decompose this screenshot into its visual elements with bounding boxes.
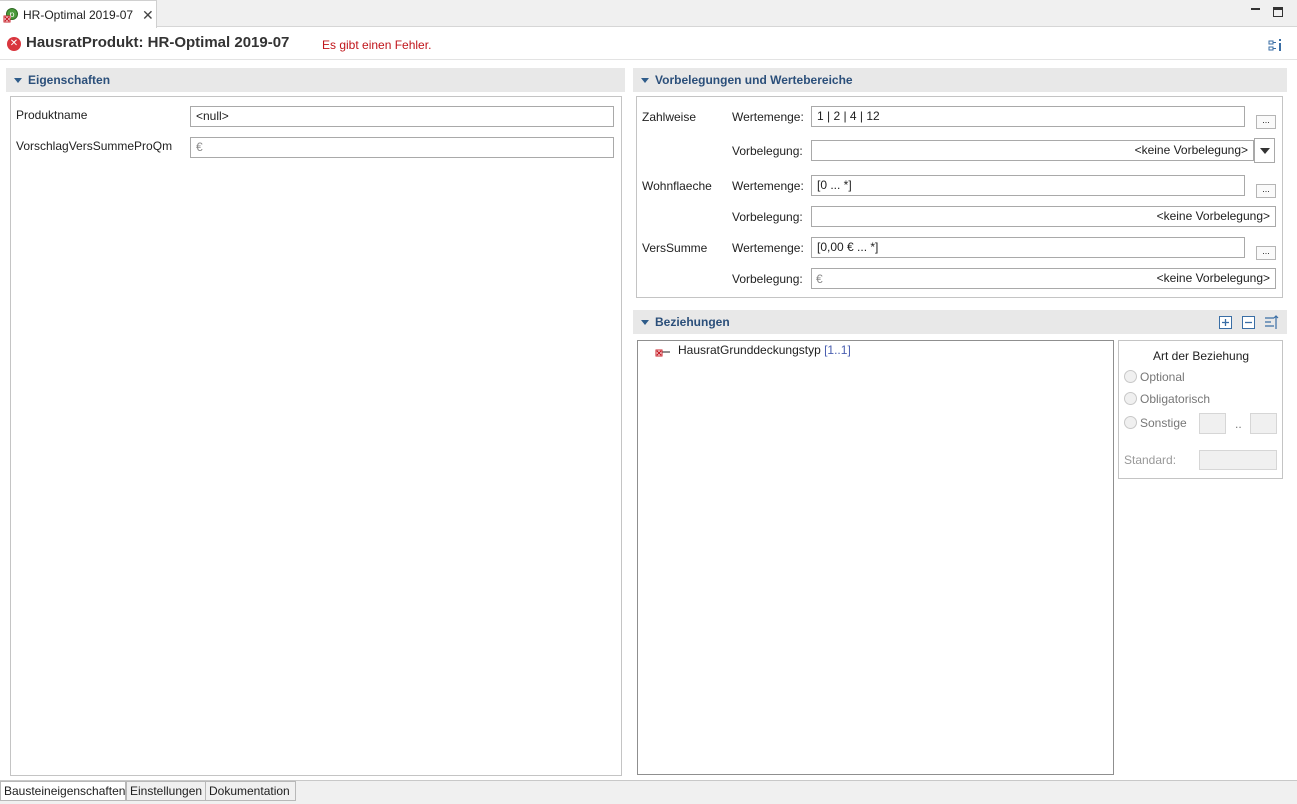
zahlweise-edit-button[interactable]: ... xyxy=(1256,115,1276,129)
min-cardinality-field[interactable] xyxy=(1199,413,1226,434)
wohnflaeche-label: Wohnflaeche xyxy=(642,179,712,193)
editor-tab-label: HR-Optimal 2019-07 xyxy=(23,7,134,22)
produktname-label: Produktname xyxy=(16,108,88,122)
editor-tab[interactable]: p HR-Optimal 2019-07 ✕ xyxy=(0,0,157,28)
tab-dokumentation[interactable]: Dokumentation xyxy=(205,781,296,801)
standard-label: Standard: xyxy=(1124,453,1177,467)
editor-tab-bar xyxy=(0,0,1297,27)
vorschlag-label: VorschlagVersSummeProQm xyxy=(16,139,173,153)
collapse-icon xyxy=(641,319,649,325)
max-cardinality-field[interactable] xyxy=(1250,413,1277,434)
eigenschaften-panel xyxy=(10,96,622,776)
eigenschaften-section-header[interactable]: Eigenschaften xyxy=(6,68,625,92)
relations-tree[interactable] xyxy=(637,340,1114,775)
relation-name: HausratGrunddeckungstyp xyxy=(678,343,821,357)
relation-cardinality: [1..1] xyxy=(824,343,851,357)
wohnflaeche-edit-button[interactable]: ... xyxy=(1256,184,1276,198)
verssumme-edit-button[interactable]: ... xyxy=(1256,246,1276,260)
vorbelegungen-title: Vorbelegungen und Wertebereiche xyxy=(655,73,853,87)
error-icon: ✕ xyxy=(7,37,21,51)
minimize-button[interactable] xyxy=(1250,5,1262,17)
obligatorisch-label: Obligatorisch xyxy=(1140,392,1211,406)
vorbelegung-label: Vorbelegung: xyxy=(732,144,803,158)
vorbelegung-label: Vorbelegung: xyxy=(732,210,803,224)
collapse-icon xyxy=(14,77,22,83)
expand-all-icon[interactable] xyxy=(1219,316,1232,329)
zahlweise-vorbelegung-select[interactable]: <keine Vorbelegung> xyxy=(811,140,1254,161)
tab-bausteineigenschaften[interactable]: Bausteineigenschaften xyxy=(0,781,126,801)
zahlweise-label: Zahlweise xyxy=(642,110,697,124)
wertemenge-label: Wertemenge: xyxy=(732,241,804,255)
tree-item-relation[interactable]: HausratGrunddeckungstyp [1..1] xyxy=(678,343,851,357)
produktname-field[interactable]: <null> xyxy=(190,106,614,127)
close-icon[interactable]: ✕ xyxy=(142,8,154,22)
collapse-all-icon[interactable] xyxy=(1242,316,1255,329)
sonstige-radio[interactable] xyxy=(1124,416,1137,429)
product-icon: p xyxy=(3,7,19,23)
verssumme-wertemenge-field[interactable]: [0,00 € ... *] xyxy=(811,237,1245,258)
standard-field[interactable] xyxy=(1199,450,1277,470)
zahlweise-wertemenge-field[interactable]: 1 | 2 | 4 | 12 xyxy=(811,106,1245,127)
verssumme-vorbelegung-field[interactable]: <keine Vorbelegung> xyxy=(811,268,1276,289)
beziehungen-section-header[interactable]: Beziehungen xyxy=(633,310,1287,334)
eigenschaften-title: Eigenschaften xyxy=(28,73,111,87)
info-icon[interactable] xyxy=(1267,38,1285,54)
filter-icon[interactable] xyxy=(1264,315,1280,330)
obligatorisch-radio[interactable] xyxy=(1124,392,1137,405)
tab-einstellungen[interactable]: Einstellungen xyxy=(126,781,206,801)
error-message: Es gibt einen Fehler. xyxy=(322,38,432,52)
optional-radio[interactable] xyxy=(1124,370,1137,383)
verssumme-label: VersSumme xyxy=(642,241,708,255)
page-title: HausratProdukt: HR-Optimal 2019-07 xyxy=(26,34,290,51)
wohnflaeche-wertemenge-field[interactable]: [0 ... *] xyxy=(811,175,1245,196)
wertemenge-label: Wertemenge: xyxy=(732,179,804,193)
collapse-icon xyxy=(641,77,649,83)
chevron-down-icon[interactable] xyxy=(1254,138,1275,163)
range-separator: .. xyxy=(1235,417,1242,431)
relation-error-icon xyxy=(655,345,671,359)
optional-label: Optional xyxy=(1140,370,1185,384)
beziehungen-title: Beziehungen xyxy=(655,315,730,329)
vorschlag-field[interactable]: € xyxy=(190,137,614,158)
vorbelegungen-section-header[interactable]: Vorbelegungen und Wertebereiche xyxy=(633,68,1287,92)
wohnflaeche-vorbelegung-field[interactable]: <keine Vorbelegung> xyxy=(811,206,1276,227)
art-der-beziehung-title: Art der Beziehung xyxy=(1153,349,1250,363)
maximize-button[interactable] xyxy=(1273,7,1283,17)
wertemenge-label: Wertemenge: xyxy=(732,110,804,124)
euro-prefix: € xyxy=(816,272,823,286)
sonstige-label: Sonstige xyxy=(1140,416,1187,430)
vorbelegung-label: Vorbelegung: xyxy=(732,272,803,286)
